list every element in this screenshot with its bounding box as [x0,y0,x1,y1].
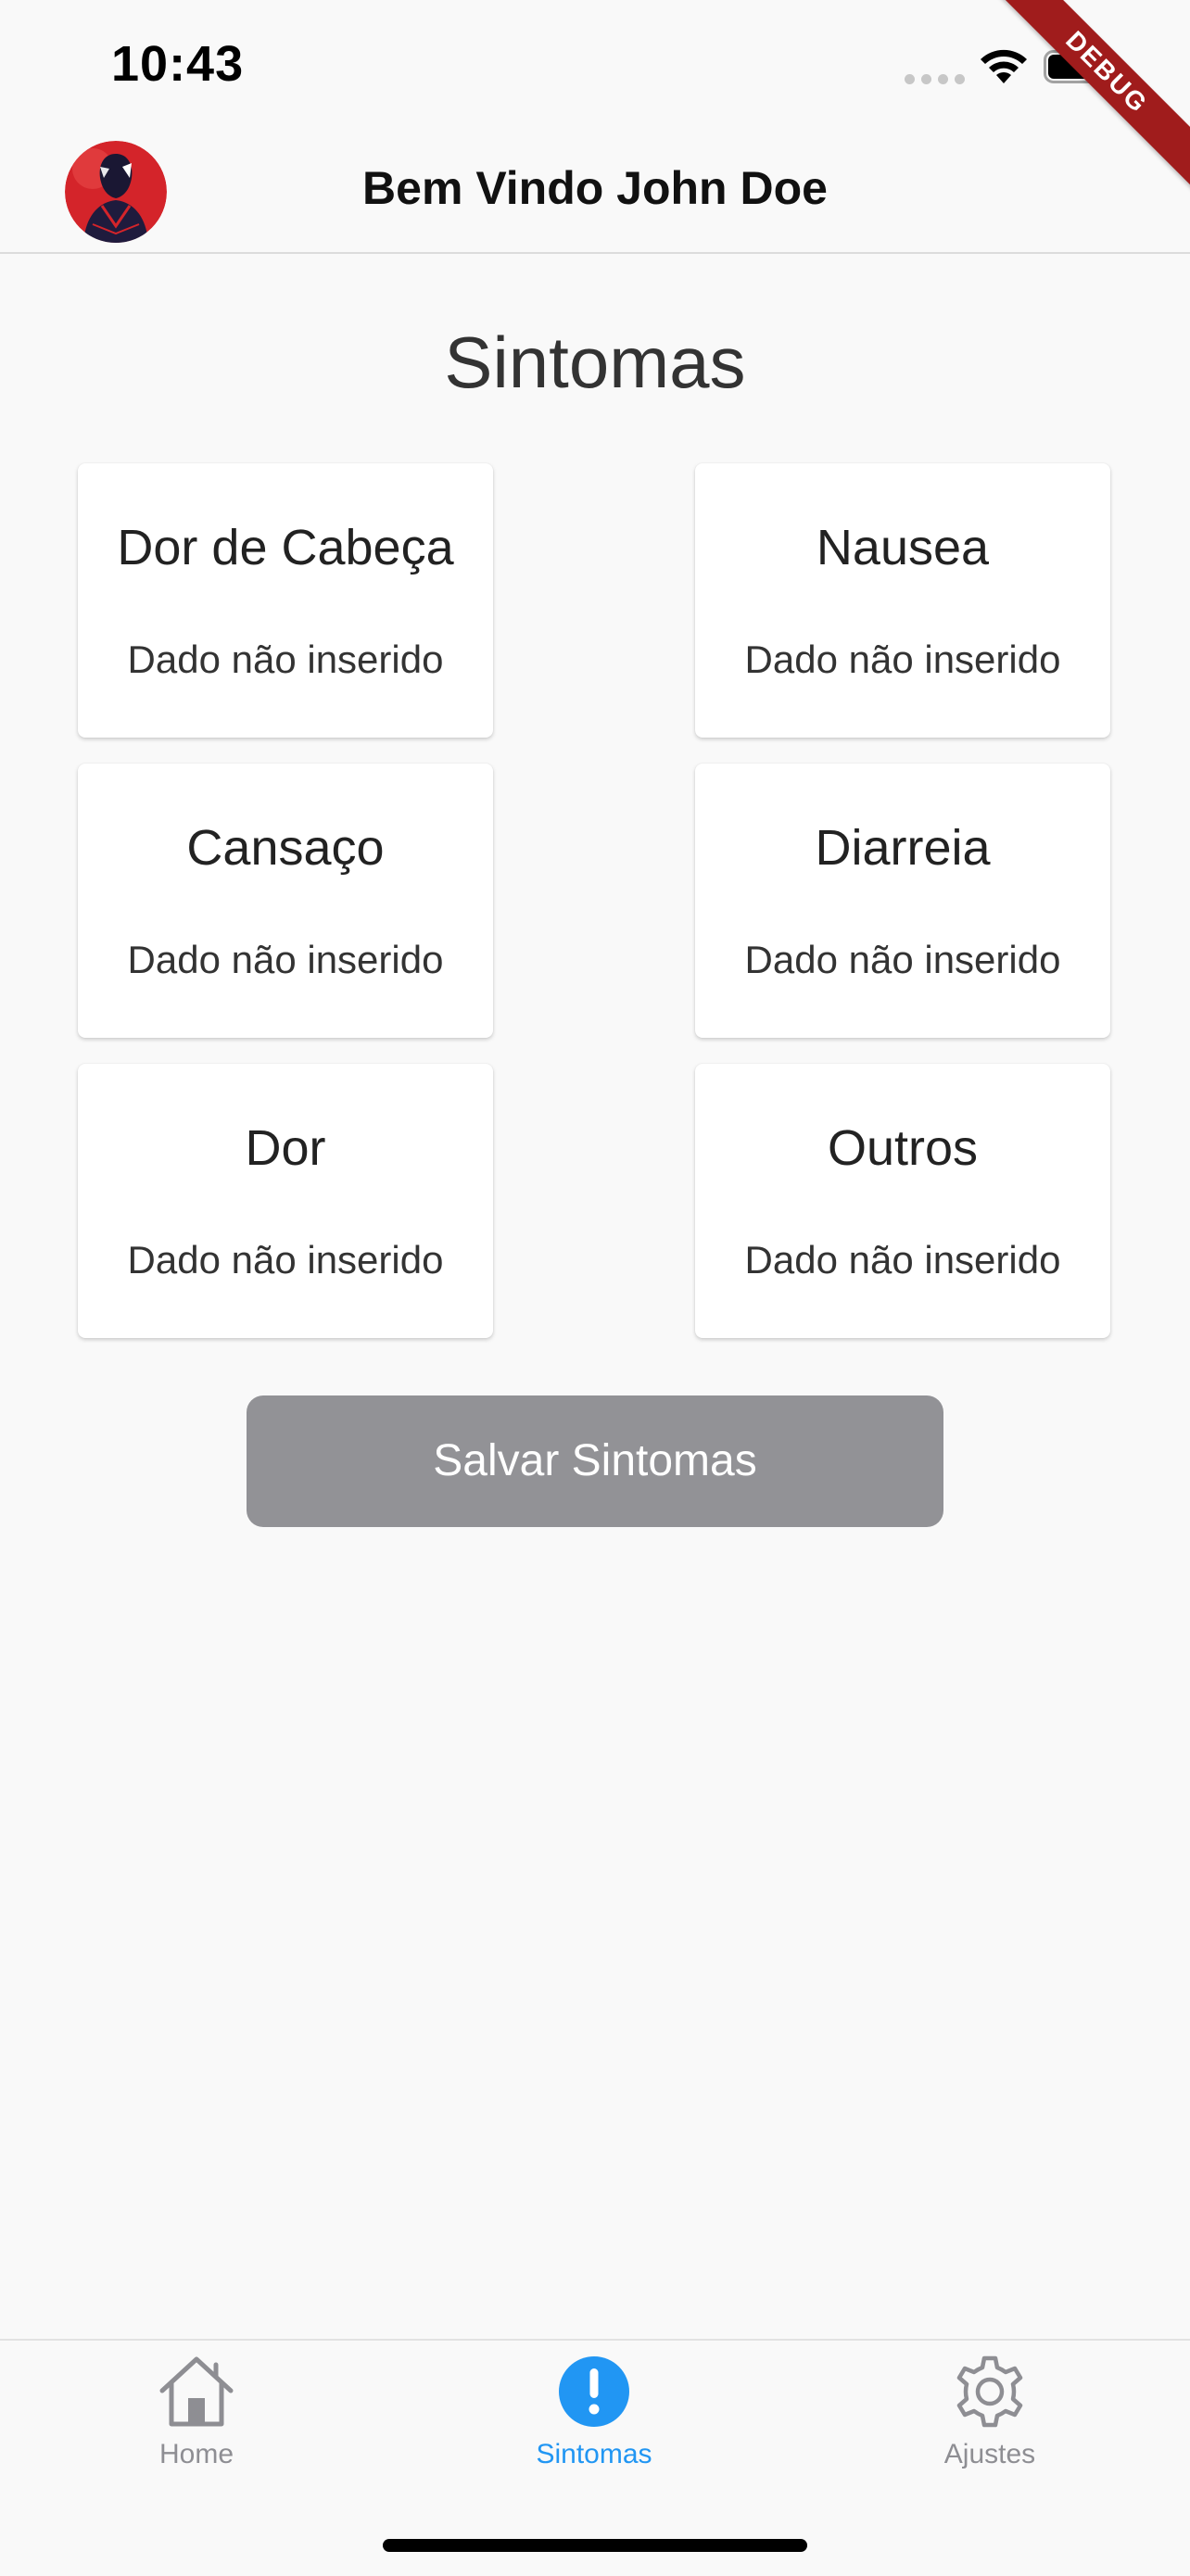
symptom-card-title: Diarreia [815,820,991,876]
symptom-card-status: Dado não inserido [127,638,444,681]
symptom-card-title: Nausea [816,520,990,575]
symptom-card-title: Outros [827,1120,979,1176]
symptom-card-cansaco[interactable]: Cansaço Dado não inserido [78,764,493,1038]
symptom-card-outros[interactable]: Outros Dado não inserido [695,1064,1110,1338]
home-icon [159,2356,234,2427]
symptom-card-title: Dor [245,1120,326,1176]
symptom-card-dor[interactable]: Dor Dado não inserido [78,1064,493,1338]
gear-icon [956,2355,1023,2428]
status-time: 10:43 [111,36,245,92]
cellular-signal-icon [905,74,965,84]
nav-label-ajustes: Ajustes [943,2439,1036,2469]
nav-label-home: Home [158,2439,234,2469]
wifi-icon [981,49,1027,83]
alert-circle-icon [559,2356,629,2427]
home-indicator[interactable] [383,2539,807,2552]
symptom-card-status: Dado não inserido [127,938,444,981]
nav-item-home[interactable]: Home [76,2350,317,2489]
app-bar-title: Bem Vindo John Doe [362,162,828,214]
page-title: Sintomas [444,322,746,403]
nav-item-sintomas[interactable]: Sintomas [474,2350,715,2489]
nav-label-sintomas: Sintomas [536,2439,652,2469]
nav-item-ajustes[interactable]: Ajustes [869,2350,1110,2489]
symptom-card-title: Cansaço [186,820,385,876]
symptom-card-status: Dado não inserido [744,938,1061,981]
symptom-card-status: Dado não inserido [744,1238,1061,1282]
status-bar: 10:43 [0,0,1190,130]
symptom-card-status: Dado não inserido [744,638,1061,681]
app-bar: Bem Vindo John Doe [0,130,1190,254]
symptom-card-nausea[interactable]: Nausea Dado não inserido [695,463,1110,738]
symptom-card-title: Dor de Cabeça [117,520,454,575]
save-symptoms-button[interactable]: Salvar Sintomas [247,1395,943,1527]
symptom-card-diarreia[interactable]: Diarreia Dado não inserido [695,764,1110,1038]
symptom-card-dor-de-cabeca[interactable]: Dor de Cabeça Dado não inserido [78,463,493,738]
symptom-card-status: Dado não inserido [127,1238,444,1282]
